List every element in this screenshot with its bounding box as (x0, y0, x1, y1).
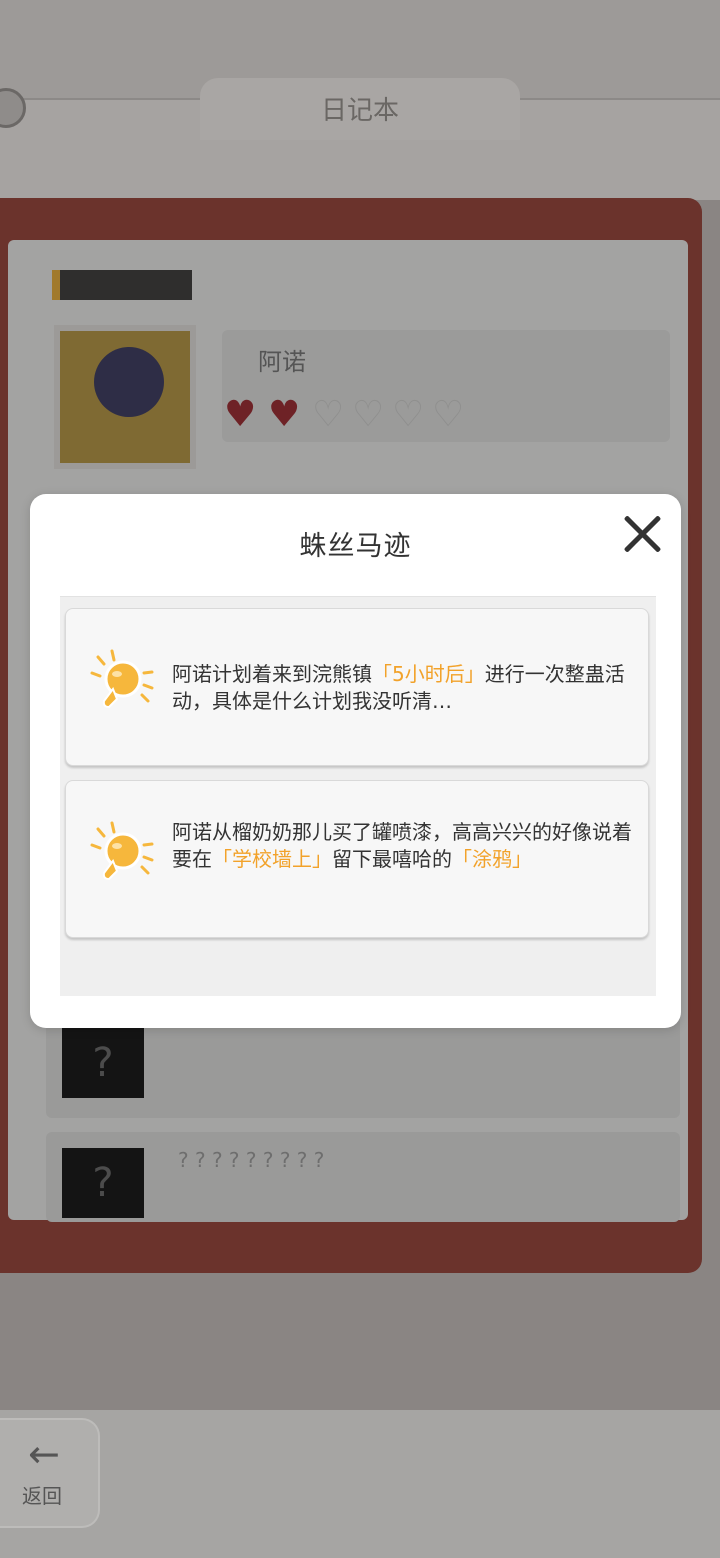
clue-text-part: 留下最嘻哈的 (332, 847, 452, 871)
clue-card[interactable]: 阿诺计划着来到浣熊镇「5小时后」进行一次整蛊活动，具体是什么计划我没听清… (65, 608, 649, 766)
page-title: 日记本 (320, 96, 399, 126)
section-label (52, 270, 192, 300)
character-portrait[interactable] (54, 325, 196, 469)
locked-name: ? ? ? ? ? ? ? ? ? (178, 1148, 325, 1172)
bottom-bar (0, 1410, 720, 1558)
heart-full-icon: ♥ (268, 394, 301, 435)
back-button[interactable]: ← 返回 (0, 1418, 100, 1528)
unknown-portrait: ? (62, 1148, 144, 1218)
heart-full-icon: ♥ (224, 394, 257, 435)
close-icon[interactable] (620, 512, 664, 556)
clue-text-part: 阿诺计划着来到浣熊镇 (172, 662, 372, 686)
back-arrow-icon: ← (28, 1432, 60, 1476)
heart-empty-icon: ♡ (432, 394, 465, 435)
clues-dialog: 蛛丝马迹 阿诺计划着来到浣熊镇「5小时后」进行一次整蛊活动，具体是什么计划我没听… (30, 494, 681, 1028)
clue-text: 阿诺计划着来到浣熊镇「5小时后」进行一次整蛊活动，具体是什么计划我没听清… (172, 661, 636, 715)
unknown-portrait: ? (62, 1028, 144, 1098)
clue-card[interactable]: 阿诺从榴奶奶那儿买了罐喷漆，高高兴兴的好像说着要在「学校墙上」留下最嘻哈的「涂鸦… (65, 780, 649, 938)
heart-empty-icon: ♡ (312, 394, 345, 435)
dialog-title: 蛛丝马迹 (299, 531, 412, 562)
clue-highlight: 「涂鸦」 (452, 847, 532, 871)
clue-highlight: 「学校墙上」 (212, 847, 332, 871)
lightbulb-icon (90, 821, 154, 881)
character-name: 阿诺 (258, 348, 306, 376)
clue-text: 阿诺从榴奶奶那儿买了罐喷漆，高高兴兴的好像说着要在「学校墙上」留下最嘻哈的「涂鸦… (172, 819, 636, 873)
lightbulb-icon (90, 649, 154, 709)
heart-empty-icon: ♡ (392, 394, 425, 435)
clue-list[interactable]: 阿诺计划着来到浣熊镇「5小时后」进行一次整蛊活动，具体是什么计划我没听清… 阿诺… (60, 596, 656, 996)
back-label: 返回 (22, 1484, 62, 1508)
heart-empty-icon: ♡ (352, 394, 385, 435)
clue-highlight: 「5小时后」 (372, 662, 485, 686)
